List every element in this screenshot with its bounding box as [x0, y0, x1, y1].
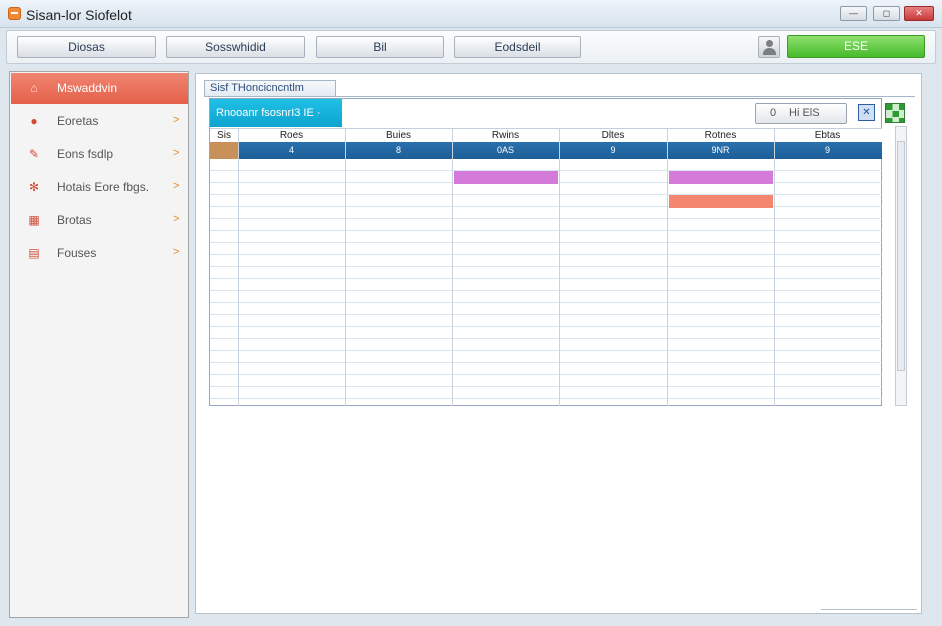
tab-main[interactable]: Sisf THoncicncntlm [204, 80, 336, 97]
sidebar-item-label: Eons fsdlp [57, 147, 114, 161]
scrollbar-thumb[interactable] [897, 141, 905, 371]
sidebar-item-label: Mswaddvin [57, 81, 118, 95]
data-grid: Rnooanr fsosnrI3 IE · 0 Hi ElS ✕ Sis Roe… [209, 98, 905, 406]
subheader-cell: 4 [288, 145, 294, 155]
minimize-button[interactable]: — [840, 6, 867, 21]
grid-icon: ▦ [28, 213, 40, 227]
sidebar-item-3[interactable]: ✎ Eons fsdlp > [11, 139, 188, 170]
column-header[interactable]: Sis [210, 129, 238, 143]
circle-icon: ● [30, 114, 38, 128]
action-button[interactable]: ESE [787, 35, 925, 58]
home-icon: ⌂ [30, 81, 38, 95]
chevron-right-icon: > [173, 213, 180, 225]
toolbar-button-3[interactable]: Bil [316, 36, 444, 58]
maximize-button[interactable]: ◻ [873, 6, 900, 21]
status-divider [821, 609, 917, 610]
sidebar-item-label: Fouses [57, 246, 97, 260]
title-bar: Sisan-lor Siofelot — ◻ ✕ [0, 0, 942, 28]
pager-left: 0 [770, 107, 777, 119]
pager-right: Hi ElS [789, 107, 820, 119]
chevron-right-icon: > [173, 180, 180, 192]
subheader-cell: 8 [395, 145, 401, 155]
column-header[interactable]: Dltes [559, 129, 667, 143]
window-title: Sisan-lor Siofelot [26, 7, 132, 23]
subheader-cell: 9NR [711, 145, 730, 155]
highlight-salmon[interactable] [669, 195, 773, 208]
chevron-right-icon: > [173, 114, 180, 126]
grid-header: Sis Roes Buies Rwins Dltes Rotnes Ebtas [210, 128, 882, 142]
chevron-right-icon: > [173, 246, 180, 258]
qr-icon[interactable] [885, 103, 905, 123]
column-header[interactable]: Rotnes [667, 129, 774, 143]
column-header[interactable]: Roes [238, 129, 345, 143]
column-divider [667, 128, 668, 406]
grid-subheader: 4 8 0AS 9 9NR 9 [210, 142, 882, 159]
sidebar-item-label: Eoretas [57, 114, 99, 128]
filter-dropdown[interactable]: Rnooanr fsosnrI3 IE · [210, 99, 342, 127]
column-divider [774, 128, 775, 406]
toolbar-button-2[interactable]: Sosswhidid [166, 36, 305, 58]
row-marker [210, 142, 238, 159]
chevron-right-icon: > [173, 147, 180, 159]
sidebar-item-2[interactable]: ● Eoretas > [11, 106, 188, 137]
subheader-cell: 0AS [496, 145, 514, 155]
column-header[interactable]: Buies [345, 129, 452, 143]
column-header[interactable]: Ebtas [774, 129, 881, 143]
toolbar: Diosas Sosswhidid Bil Eodsdeil ESE [6, 30, 936, 64]
pencil-icon: ✎ [28, 147, 40, 161]
user-icon[interactable] [758, 36, 780, 58]
sidebar-item-1[interactable]: ⌂ Mswaddvin [11, 73, 188, 104]
document-icon: ▤ [28, 246, 40, 260]
sidebar-item-4[interactable]: ✻ Hotais Eore fbgs. > [11, 172, 188, 203]
subheader-cell: 9 [824, 145, 830, 155]
cross-icon[interactable]: ✕ [858, 104, 875, 121]
column-divider [452, 128, 453, 406]
pager[interactable]: 0 Hi ElS [755, 103, 847, 124]
subheader-cell: 9 [610, 145, 616, 155]
sidebar-item-6[interactable]: ▤ Fouses > [11, 238, 188, 269]
column-header[interactable]: Rwins [452, 129, 559, 143]
toolbar-button-4[interactable]: Eodsdeil [454, 36, 581, 58]
tab-divider [204, 96, 915, 97]
app-icon [8, 7, 21, 20]
highlight-violet[interactable] [669, 171, 773, 184]
toolbar-button-1[interactable]: Diosas [17, 36, 156, 58]
sidebar-item-5[interactable]: ▦ Brotas > [11, 205, 188, 236]
vertical-scrollbar[interactable] [895, 126, 907, 406]
sidebar: ⌂ Mswaddvin ● Eoretas > ✎ Eons fsdlp > ✻… [9, 71, 189, 618]
gear-icon: ✻ [28, 180, 40, 194]
column-divider [345, 128, 346, 406]
highlight-violet[interactable] [454, 171, 558, 184]
main-panel: Sisf THoncicncntlm Rnooanr fsosnrI3 IE ·… [195, 73, 922, 614]
column-divider [238, 128, 239, 406]
sidebar-item-label: Brotas [57, 213, 92, 227]
grid-body[interactable] [210, 159, 882, 405]
close-button[interactable]: ✕ [904, 6, 934, 21]
column-divider [559, 128, 560, 406]
sidebar-item-label: Hotais Eore fbgs. [57, 180, 150, 194]
